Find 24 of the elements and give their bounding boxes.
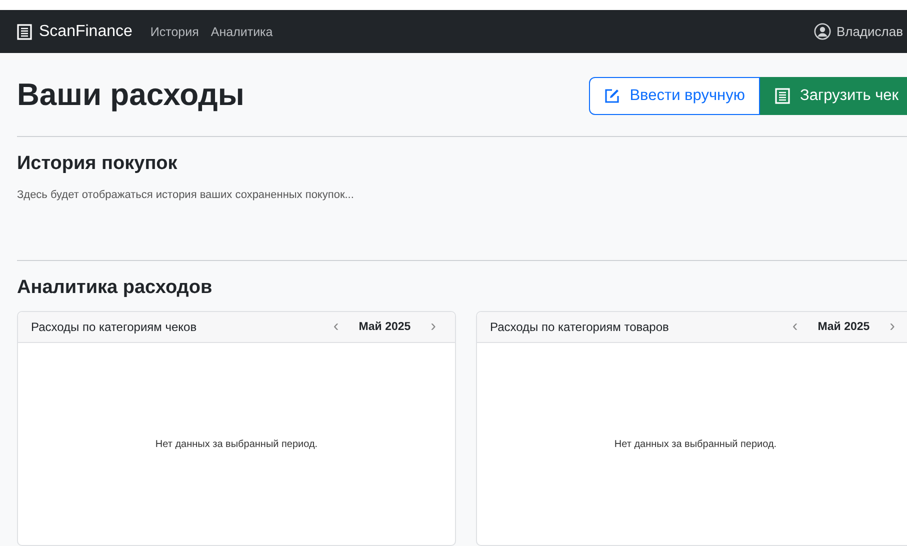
brand-link[interactable]: ScanFinance <box>39 22 132 40</box>
next-period-button[interactable]: › <box>884 318 901 336</box>
period-label: Май 2025 <box>358 321 412 333</box>
nav-link[interactable]: Аналитика <box>210 24 273 38</box>
page-title: Ваши расходы <box>17 76 244 112</box>
card-title: Расходы по категориям товаров <box>490 320 670 334</box>
next-period-button[interactable]: › <box>424 318 442 336</box>
card-title: Расходы по категориям чеков <box>31 320 198 334</box>
edit-icon <box>604 88 620 104</box>
section-title: Аналитика расходов <box>17 277 214 299</box>
manual-entry-button[interactable]: Ввести вручную <box>588 76 760 114</box>
nav-link[interactable]: История <box>150 24 199 38</box>
previous-period-button[interactable]: ‹ <box>327 318 345 336</box>
history-placeholder-text: Здесь будет отображаться история ваших сохраненных покупок... <box>17 189 355 201</box>
period-label: Май 2025 <box>816 321 871 333</box>
upload-receipt-button[interactable]: Загрузить чек <box>760 76 907 114</box>
user-menu[interactable]: Владислав <box>814 23 907 40</box>
empty-state-text: Нет данных за выбранный период. <box>155 438 318 450</box>
previous-period-button[interactable]: ‹ <box>786 318 804 336</box>
section-title: История покупок <box>17 153 178 175</box>
receipt-icon <box>17 24 32 40</box>
receipt-icon <box>775 88 790 104</box>
empty-state-text: Нет данных за выбранный период. <box>614 438 777 450</box>
user-icon <box>814 23 832 40</box>
